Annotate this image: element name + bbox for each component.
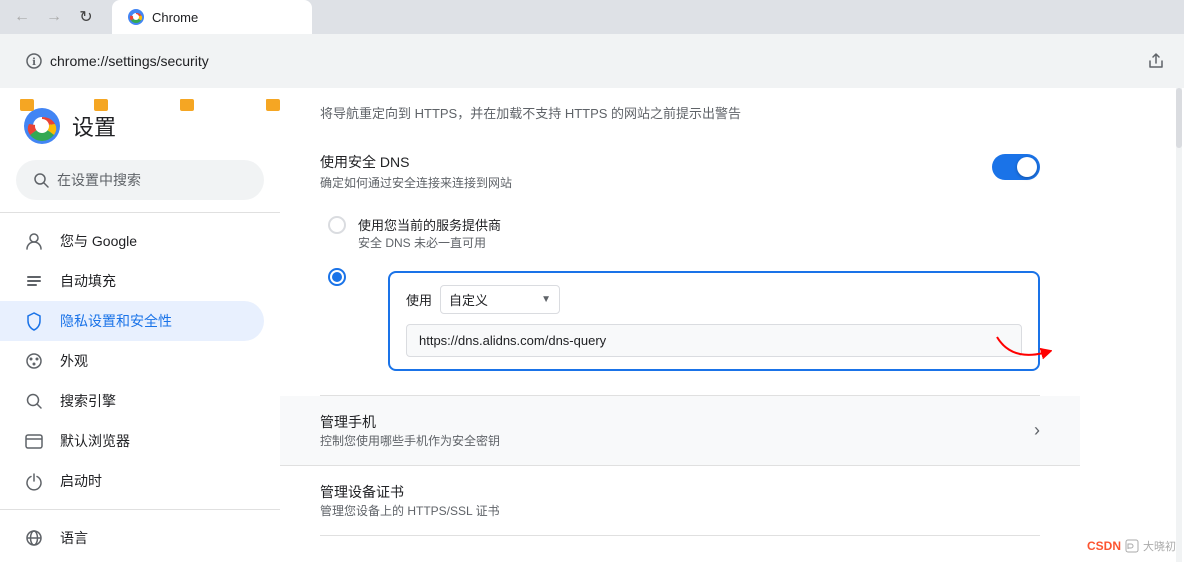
watermark-author: 大晓初 (1143, 538, 1176, 554)
manage-phone-text: 管理手机 控制您使用哪些手机作为安全密钥 (320, 412, 500, 449)
sidebar: 设置 在设置中搜索 您与 Google (0, 88, 280, 562)
back-button[interactable]: ← (8, 3, 36, 31)
globe-icon (24, 528, 44, 548)
tab-label: Chrome (152, 10, 198, 25)
folder-icon (266, 99, 280, 111)
folder-icon (180, 99, 194, 111)
radio-label: 使用您当前的服务提供商 (358, 215, 501, 234)
search-bar[interactable]: 在设置中搜索 (16, 160, 264, 200)
dns-dropdown[interactable]: 自定义 ▼ (440, 285, 560, 314)
svg-text:ℹ: ℹ (32, 57, 36, 68)
sidebar-item-startup[interactable]: 启动时 (0, 461, 264, 501)
sidebar-item-label: 搜索引擎 (60, 391, 116, 411)
sidebar-item-browser[interactable]: 默认浏览器 (0, 421, 264, 461)
edit-icon (24, 271, 44, 291)
sidebar-item-label: 启动时 (60, 471, 102, 491)
dns-toggle[interactable] (992, 154, 1040, 180)
section-top-text: 将导航重定向到 HTTPS，并在加载不支持 HTTPS 的网站之前提示出警告 (320, 88, 1040, 136)
manage-phone-section[interactable]: 管理手机 控制您使用哪些手机作为安全密钥 › (280, 396, 1080, 466)
settings-header: 设置 (0, 100, 280, 160)
radio-circle-custom (328, 268, 346, 286)
web-icon (24, 431, 44, 451)
dns-description: 确定如何通过安全连接来连接到网站 (320, 174, 512, 191)
radio-custom[interactable]: 使用 自定义 ▼ (328, 259, 1040, 379)
sidebar-item-appearance[interactable]: 外观 (0, 341, 264, 381)
share-button[interactable] (1140, 45, 1172, 77)
search-placeholder: 在设置中搜索 (57, 170, 141, 190)
sidebar-item-label: 您与 Google (60, 231, 137, 251)
refresh-button[interactable]: ↻ (72, 3, 100, 31)
browser-chrome: ← → ↻ Chrome ℹ chrome://setting (0, 0, 1184, 88)
sidebar-divider2 (0, 509, 280, 510)
folder-icon (20, 99, 34, 111)
scrollbar[interactable] (1176, 88, 1182, 148)
nav-buttons: ← → ↻ (8, 3, 100, 31)
search-sidebar-icon (24, 391, 44, 411)
radio-current-provider[interactable]: 使用您当前的服务提供商 安全 DNS 未必一直可用 (328, 207, 1040, 259)
manage-cert-desc: 管理您设备上的 HTTPS/SSL 证书 (320, 502, 1040, 519)
chevron-right-icon: › (1034, 420, 1040, 441)
settings-title: 设置 (72, 110, 116, 142)
sidebar-item-label: 默认浏览器 (60, 431, 130, 451)
folder-icon (94, 99, 108, 111)
forward-button[interactable]: → (40, 3, 68, 31)
dns-dropdown-label: 自定义 (449, 290, 488, 309)
watermark-icon (1125, 539, 1139, 553)
radio-dot (332, 272, 342, 282)
sidebar-item-google[interactable]: 您与 Google (0, 221, 264, 261)
dns-row-header: 使用安全 DNS 确定如何通过安全连接来连接到网站 (320, 152, 1040, 191)
watermark: CSDN 大晓初 (1087, 538, 1176, 554)
address-bar[interactable]: ℹ chrome://settings/security (12, 43, 1132, 79)
sidebar-item-label: 隐私设置和安全性 (60, 311, 172, 331)
main-content: 将导航重定向到 HTTPS，并在加载不支持 HTTPS 的网站之前提示出警告 使… (280, 88, 1184, 562)
chrome-logo (24, 108, 60, 144)
dns-setting-row: 使用安全 DNS 确定如何通过安全连接来连接到网站 使用您当前的服务提供商 (320, 136, 1040, 396)
sidebar-item-language[interactable]: 语言 (0, 518, 264, 558)
chrome-tab-icon (128, 9, 144, 25)
active-tab[interactable]: Chrome (112, 0, 312, 34)
shield-icon (24, 311, 44, 331)
sidebar-item-downloads[interactable]: 下载内容 (0, 558, 264, 562)
share-icon (1147, 52, 1165, 70)
dns-text-block: 使用安全 DNS 确定如何通过安全连接来连接到网站 (320, 152, 512, 191)
palette-icon (24, 351, 44, 371)
person-icon (24, 231, 44, 251)
address-bar-row: ℹ chrome://settings/security (0, 34, 1184, 88)
dns-select-row: 使用 自定义 ▼ (406, 285, 1022, 314)
sidebar-item-search[interactable]: 搜索引擎 (0, 381, 264, 421)
sidebar-item-label: 自动填充 (60, 271, 116, 291)
red-arrow-annotation (992, 332, 1052, 372)
manage-cert-title: 管理设备证书 (320, 482, 1040, 502)
content-area: 将导航重定向到 HTTPS，并在加载不支持 HTTPS 的网站之前提示出警告 使… (280, 88, 1080, 536)
sidebar-item-autofill[interactable]: 自动填充 (0, 261, 264, 301)
csdn-logo: CSDN (1087, 539, 1121, 553)
chevron-down-icon: ▼ (541, 294, 551, 305)
dns-use-label: 使用 (406, 290, 432, 309)
manage-phone-desc: 控制您使用哪些手机作为安全密钥 (320, 432, 500, 449)
app-layout: 设置 在设置中搜索 您与 Google (0, 88, 1184, 562)
search-icon (33, 172, 49, 188)
sidebar-item-privacy[interactable]: 隐私设置和安全性 (0, 301, 264, 341)
radio-sublabel: 安全 DNS 未必一直可用 (358, 234, 501, 251)
tab-bar: ← → ↻ Chrome (0, 0, 1184, 34)
toggle-knob (1017, 157, 1037, 177)
dns-input-wrapper (406, 324, 1022, 357)
sidebar-item-label: 语言 (60, 528, 88, 548)
dns-box: 使用 自定义 ▼ (388, 271, 1040, 371)
manage-cert-section: 管理设备证书 管理您设备上的 HTTPS/SSL 证书 (320, 466, 1040, 536)
manage-phone-title: 管理手机 (320, 412, 500, 432)
dns-title: 使用安全 DNS (320, 152, 512, 172)
sidebar-divider (0, 212, 280, 213)
address-text: chrome://settings/security (50, 53, 209, 69)
sidebar-item-label: 外观 (60, 351, 88, 371)
dns-input[interactable] (406, 324, 1022, 357)
radio-text-block: 使用您当前的服务提供商 安全 DNS 未必一直可用 (358, 215, 501, 251)
radio-circle-current (328, 216, 346, 234)
power-icon (24, 471, 44, 491)
radio-options: 使用您当前的服务提供商 安全 DNS 未必一直可用 使用 (320, 207, 1040, 379)
dns-box-wrapper: 使用 自定义 ▼ (358, 267, 1040, 371)
security-icon: ℹ (26, 53, 42, 69)
